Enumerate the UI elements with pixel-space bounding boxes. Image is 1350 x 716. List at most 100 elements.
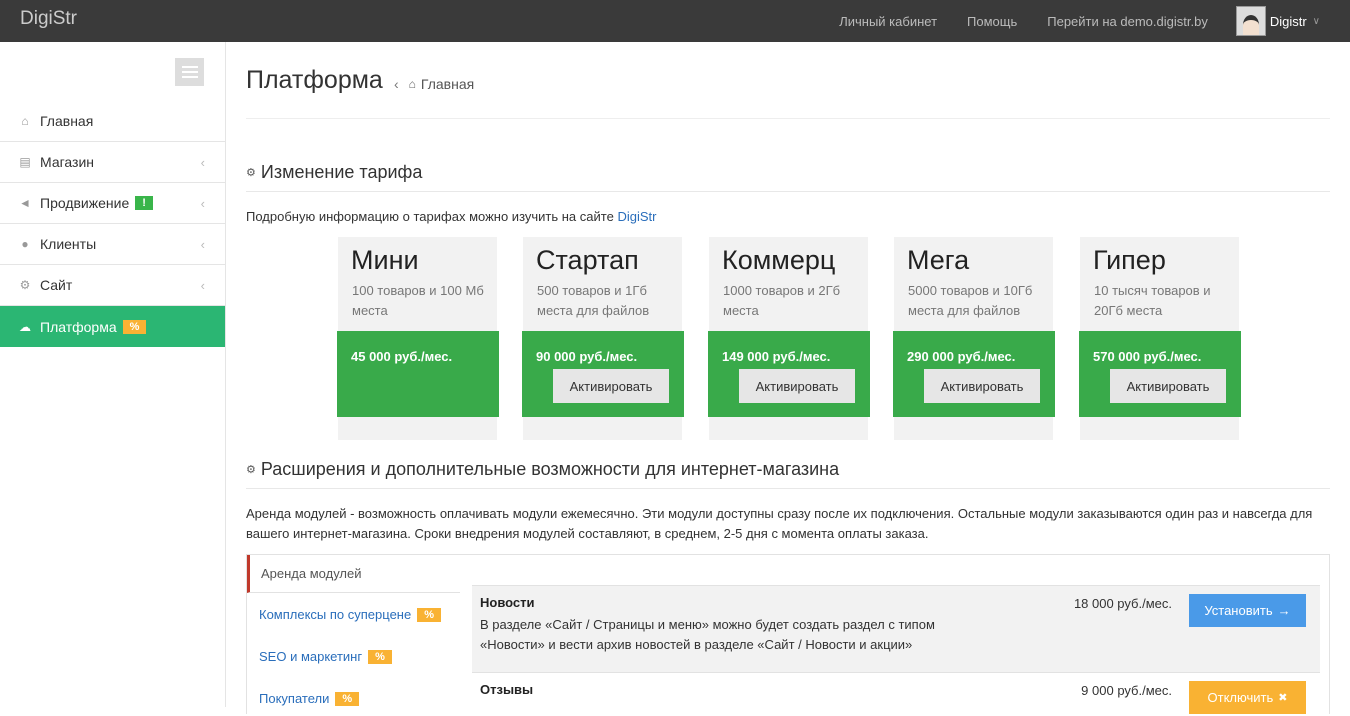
sidebar-item-platform[interactable]: ☁ Платформа % <box>0 306 225 347</box>
breadcrumb: ‹ ⌂ Главная <box>394 76 474 92</box>
status-badge: ! <box>135 196 153 210</box>
sidebar-item-label: Магазин <box>40 154 95 170</box>
modules-panel: Аренда модулей Комплексы по суперцене % … <box>246 554 1330 716</box>
plan-card-commerce: Коммерц 1000 товаров и 2Гб места 149 000… <box>708 237 870 440</box>
plan-price: 570 000 руб./мес. <box>1093 349 1202 364</box>
user-icon: ● <box>21 237 29 251</box>
plan-price: 45 000 руб./мес. <box>351 349 453 364</box>
tab-label: SEO и маркетинг <box>259 649 363 664</box>
arrow-right-icon: → <box>1277 603 1291 618</box>
breadcrumb-home-link[interactable]: Главная <box>421 76 474 92</box>
plan-card-startup: Стартап 500 товаров и 1Гб места для файл… <box>522 237 684 440</box>
extensions-description: Аренда модулей - возможность оплачивать … <box>246 506 1313 541</box>
home-icon: ⌂ <box>21 114 29 128</box>
chevron-left-icon: ‹ <box>200 277 205 293</box>
module-title: Отзывы <box>480 682 534 697</box>
plan-price-box: 570 000 руб./мес. Активировать <box>1079 331 1241 417</box>
divider <box>246 488 1330 489</box>
sidebar-item-label: Продвижение <box>40 195 130 211</box>
gears-icon: ⚙ <box>246 464 256 476</box>
button-label: Установить <box>1204 603 1273 618</box>
chevron-left-icon: ‹ <box>200 154 205 170</box>
plan-card-mini: Мини 100 товаров и 100 Мб места 45 000 р… <box>337 237 499 440</box>
plan-price-box: 90 000 руб./мес. Активировать <box>522 331 684 417</box>
activate-button[interactable]: Активировать <box>739 369 855 403</box>
tab-module-rental[interactable]: Аренда модулей <box>247 555 460 593</box>
discount-badge: % <box>335 691 360 706</box>
tab-label: Комплексы по суперцене <box>259 607 412 622</box>
nav-account-link[interactable]: Личный кабинет <box>839 14 937 29</box>
logo[interactable]: DigiStr <box>20 8 77 30</box>
module-price: 9 000 руб./мес. <box>1081 683 1172 698</box>
plan-name: Гипер <box>1093 245 1166 275</box>
nav-help-link[interactable]: Помощь <box>967 14 1017 29</box>
plan-price-box: 149 000 руб./мес. Активировать <box>708 331 870 417</box>
divider <box>246 191 1330 192</box>
tariff-intro-text: Подробную информацию о тарифах можно изу… <box>246 209 614 224</box>
discount-badge: % <box>368 649 392 664</box>
bullhorn-icon: ◄ <box>19 196 31 210</box>
plan-desc: 500 товаров и 1Гб места для файлов <box>537 283 650 318</box>
plan-price-box: 45 000 руб./мес. <box>337 331 499 417</box>
page-title: Платформа <box>246 66 383 94</box>
plan-desc: 1000 товаров и 2Гб места <box>723 283 841 318</box>
sidebar-item-promotion[interactable]: ◄ Продвижение ! ‹ <box>0 183 225 224</box>
plan-price-box: 290 000 руб./мес. Активировать <box>893 331 1055 417</box>
home-icon: ⌂ <box>408 77 416 91</box>
sidebar-item-home[interactable]: ⌂ Главная <box>0 101 225 142</box>
install-button[interactable]: Установить → <box>1189 594 1306 627</box>
module-row-news: Новости В разделе «Сайт / Страницы и мен… <box>472 585 1320 673</box>
section-title-text: Расширения и дополнительные возможности … <box>260 459 840 479</box>
breadcrumb-separator: ‹ <box>394 76 399 92</box>
tariff-intro: Подробную информацию о тарифах можно изу… <box>246 209 656 224</box>
tab-customers[interactable]: Покупатели % <box>259 691 360 706</box>
module-desc: В разделе «Сайт / Страницы и меню» можно… <box>480 617 935 652</box>
cart-icon: ▤ <box>19 155 31 169</box>
plan-name: Коммерц <box>722 245 836 275</box>
plan-price: 149 000 руб./мес. <box>722 349 831 364</box>
tab-seo-marketing[interactable]: SEO и маркетинг % <box>259 649 392 664</box>
menu-toggle-button[interactable] <box>175 58 204 86</box>
avatar <box>1235 6 1266 36</box>
plan-card-hyper: Гипер 10 тысяч товаров и 20Гб места 570 … <box>1079 237 1241 440</box>
chevron-down-icon: ∨ <box>1312 15 1320 27</box>
sidebar-item-label: Сайт <box>40 277 73 293</box>
digistr-link[interactable]: DigiStr <box>617 209 656 224</box>
activate-button[interactable]: Активировать <box>1110 369 1226 403</box>
user-menu[interactable]: Digistr ∨ <box>1235 6 1320 36</box>
activate-button[interactable]: Активировать <box>924 369 1040 403</box>
sidebar-item-label: Платформа <box>40 318 117 335</box>
divider <box>246 118 1330 119</box>
nav-demo-link[interactable]: Перейти на demo.digistr.by <box>1047 14 1208 29</box>
gears-icon: ⚙ <box>19 278 31 292</box>
sidebar-item-shop[interactable]: ▤ Магазин ‹ <box>0 142 225 183</box>
module-price: 18 000 руб./мес. <box>1073 596 1172 611</box>
top-nav: Личный кабинет Помощь Перейти на demo.di… <box>809 0 1320 42</box>
extensions-section-title: ⚙ Расширения и дополнительные возможност… <box>246 459 839 480</box>
section-title-text: Изменение тарифа <box>260 162 423 182</box>
plan-name: Мини <box>351 245 419 275</box>
plan-price: 290 000 руб./мес. <box>907 349 1016 364</box>
module-row-reviews: Отзывы 9 000 руб./мес. Отключить ✖ <box>472 672 1320 716</box>
tariff-section-title: ⚙ Изменение тарифа <box>246 162 422 183</box>
tab-bundles[interactable]: Комплексы по суперцене % <box>259 607 441 622</box>
activate-button[interactable]: Активировать <box>553 369 669 403</box>
sidebar: ⌂ Главная ▤ Магазин ‹ ◄ Продвижение ! ‹ … <box>0 42 226 707</box>
user-name: Digistr <box>1269 13 1307 29</box>
sidebar-menu: ⌂ Главная ▤ Магазин ‹ ◄ Продвижение ! ‹ … <box>0 101 225 347</box>
plan-desc: 5000 товаров и 10Гб места для файлов <box>908 283 1033 318</box>
gears-icon: ⚙ <box>246 167 256 179</box>
sidebar-item-clients[interactable]: ● Клиенты ‹ <box>0 224 225 265</box>
sidebar-item-label: Клиенты <box>40 236 97 252</box>
sidebar-item-site[interactable]: ⚙ Сайт ‹ <box>0 265 225 306</box>
plan-card-mega: Мега 5000 товаров и 10Гб места для файло… <box>893 237 1055 440</box>
plan-name: Мега <box>907 245 970 275</box>
chevron-left-icon: ‹ <box>200 195 205 211</box>
cloud-icon: ☁ <box>19 319 31 334</box>
plan-price: 90 000 руб./мес. <box>536 349 638 364</box>
sidebar-item-label: Главная <box>40 113 94 129</box>
chevron-left-icon: ‹ <box>200 236 205 252</box>
disable-button[interactable]: Отключить ✖ <box>1189 681 1306 714</box>
top-bar: DigiStr Личный кабинет Помощь Перейти на… <box>0 0 1350 42</box>
discount-badge: % <box>122 319 147 334</box>
